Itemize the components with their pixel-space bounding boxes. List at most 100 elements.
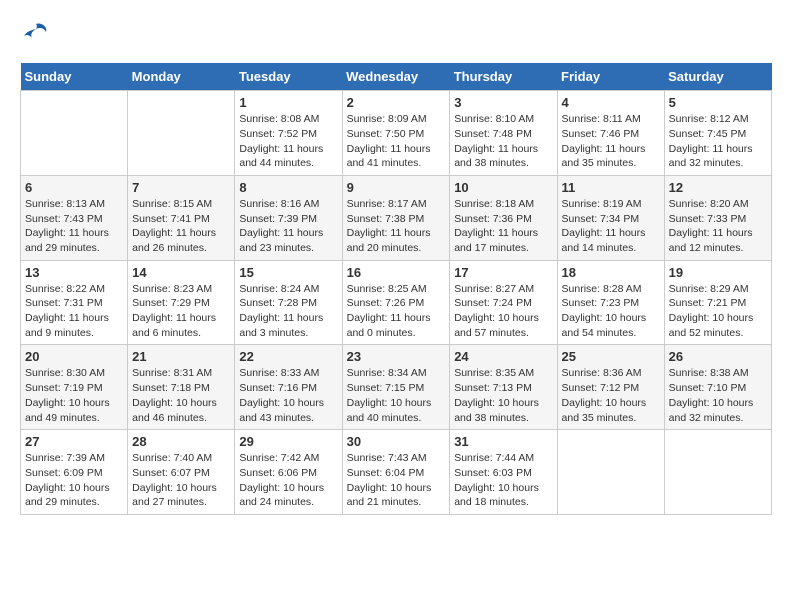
day-info: Sunrise: 8:38 AM Sunset: 7:10 PM Dayligh… xyxy=(669,366,767,425)
calendar-cell: 17 Sunrise: 8:27 AM Sunset: 7:24 PM Dayli… xyxy=(450,260,557,345)
day-info: Sunrise: 8:28 AM Sunset: 7:23 PM Dayligh… xyxy=(562,282,660,341)
calendar-cell: 22 Sunrise: 8:33 AM Sunset: 7:16 PM Dayli… xyxy=(235,345,342,430)
day-number: 19 xyxy=(669,265,767,280)
day-number: 18 xyxy=(562,265,660,280)
day-info: Sunrise: 8:24 AM Sunset: 7:28 PM Dayligh… xyxy=(239,282,337,341)
day-info: Sunrise: 8:22 AM Sunset: 7:31 PM Dayligh… xyxy=(25,282,123,341)
day-number: 12 xyxy=(669,180,767,195)
day-info: Sunrise: 8:10 AM Sunset: 7:48 PM Dayligh… xyxy=(454,112,552,171)
calendar-cell: 10 Sunrise: 8:18 AM Sunset: 7:36 PM Dayli… xyxy=(450,175,557,260)
day-info: Sunrise: 8:30 AM Sunset: 7:19 PM Dayligh… xyxy=(25,366,123,425)
day-number: 21 xyxy=(132,349,230,364)
day-info: Sunrise: 8:13 AM Sunset: 7:43 PM Dayligh… xyxy=(25,197,123,256)
day-info: Sunrise: 8:15 AM Sunset: 7:41 PM Dayligh… xyxy=(132,197,230,256)
calendar-cell: 1Sunrise: 8:08 AM Sunset: 7:52 PM Daylig… xyxy=(235,91,342,176)
day-info: Sunrise: 8:17 AM Sunset: 7:38 PM Dayligh… xyxy=(347,197,446,256)
calendar-cell: 13Sunrise: 8:22 AM Sunset: 7:31 PM Dayli… xyxy=(21,260,128,345)
calendar-cell: 26 Sunrise: 8:38 AM Sunset: 7:10 PM Dayli… xyxy=(664,345,771,430)
calendar-cell: 7 Sunrise: 8:15 AM Sunset: 7:41 PM Daylig… xyxy=(128,175,235,260)
day-info: Sunrise: 7:44 AM Sunset: 6:03 PM Dayligh… xyxy=(454,451,552,510)
calendar-cell: 9 Sunrise: 8:17 AM Sunset: 7:38 PM Daylig… xyxy=(342,175,450,260)
calendar-cell: 23Sunrise: 8:34 AM Sunset: 7:15 PM Dayli… xyxy=(342,345,450,430)
calendar-cell: 25Sunrise: 8:36 AM Sunset: 7:12 PM Dayli… xyxy=(557,345,664,430)
calendar-cell: 11 Sunrise: 8:19 AM Sunset: 7:34 PM Dayli… xyxy=(557,175,664,260)
day-number: 29 xyxy=(239,434,337,449)
logo xyxy=(20,20,50,53)
day-number: 30 xyxy=(347,434,446,449)
calendar-cell: 18 Sunrise: 8:28 AM Sunset: 7:23 PM Dayli… xyxy=(557,260,664,345)
day-number: 26 xyxy=(669,349,767,364)
calendar-cell: 14 Sunrise: 8:23 AM Sunset: 7:29 PM Dayli… xyxy=(128,260,235,345)
day-number: 8 xyxy=(239,180,337,195)
day-info: Sunrise: 8:29 AM Sunset: 7:21 PM Dayligh… xyxy=(669,282,767,341)
day-number: 15 xyxy=(239,265,337,280)
day-number: 28 xyxy=(132,434,230,449)
day-info: Sunrise: 8:33 AM Sunset: 7:16 PM Dayligh… xyxy=(239,366,337,425)
day-info: Sunrise: 8:31 AM Sunset: 7:18 PM Dayligh… xyxy=(132,366,230,425)
day-info: Sunrise: 8:16 AM Sunset: 7:39 PM Dayligh… xyxy=(239,197,337,256)
day-number: 4 xyxy=(562,95,660,110)
day-info: Sunrise: 7:43 AM Sunset: 6:04 PM Dayligh… xyxy=(347,451,446,510)
page-header xyxy=(20,20,772,53)
day-number: 31 xyxy=(454,434,552,449)
calendar-cell: 8 Sunrise: 8:16 AM Sunset: 7:39 PM Daylig… xyxy=(235,175,342,260)
day-number: 5 xyxy=(669,95,767,110)
calendar-week-row: 1Sunrise: 8:08 AM Sunset: 7:52 PM Daylig… xyxy=(21,91,772,176)
header-tuesday: Tuesday xyxy=(235,63,342,91)
header-sunday: Sunday xyxy=(21,63,128,91)
day-number: 24 xyxy=(454,349,552,364)
calendar-cell: 21 Sunrise: 8:31 AM Sunset: 7:18 PM Dayli… xyxy=(128,345,235,430)
day-number: 7 xyxy=(132,180,230,195)
day-info: Sunrise: 7:42 AM Sunset: 6:06 PM Dayligh… xyxy=(239,451,337,510)
day-info: Sunrise: 8:18 AM Sunset: 7:36 PM Dayligh… xyxy=(454,197,552,256)
calendar-week-row: 13Sunrise: 8:22 AM Sunset: 7:31 PM Dayli… xyxy=(21,260,772,345)
day-info: Sunrise: 8:27 AM Sunset: 7:24 PM Dayligh… xyxy=(454,282,552,341)
day-info: Sunrise: 8:34 AM Sunset: 7:15 PM Dayligh… xyxy=(347,366,446,425)
day-info: Sunrise: 8:12 AM Sunset: 7:45 PM Dayligh… xyxy=(669,112,767,171)
calendar-cell: 27 Sunrise: 7:39 AM Sunset: 6:09 PM Dayli… xyxy=(21,430,128,515)
day-number: 14 xyxy=(132,265,230,280)
day-number: 11 xyxy=(562,180,660,195)
day-info: Sunrise: 8:19 AM Sunset: 7:34 PM Dayligh… xyxy=(562,197,660,256)
calendar-week-row: 6Sunrise: 8:13 AM Sunset: 7:43 PM Daylig… xyxy=(21,175,772,260)
calendar-cell: 24Sunrise: 8:35 AM Sunset: 7:13 PM Dayli… xyxy=(450,345,557,430)
day-info: Sunrise: 8:11 AM Sunset: 7:46 PM Dayligh… xyxy=(562,112,660,171)
day-number: 25 xyxy=(562,349,660,364)
header-wednesday: Wednesday xyxy=(342,63,450,91)
calendar-table: SundayMondayTuesdayWednesdayThursdayFrid… xyxy=(20,63,772,515)
calendar-cell: 15 Sunrise: 8:24 AM Sunset: 7:28 PM Dayli… xyxy=(235,260,342,345)
calendar-cell: 16Sunrise: 8:25 AM Sunset: 7:26 PM Dayli… xyxy=(342,260,450,345)
calendar-cell: 2 Sunrise: 8:09 AM Sunset: 7:50 PM Daylig… xyxy=(342,91,450,176)
day-info: Sunrise: 8:09 AM Sunset: 7:50 PM Dayligh… xyxy=(347,112,446,171)
header-saturday: Saturday xyxy=(664,63,771,91)
header-friday: Friday xyxy=(557,63,664,91)
calendar-cell: 31 Sunrise: 7:44 AM Sunset: 6:03 PM Dayli… xyxy=(450,430,557,515)
calendar-cell: 3 Sunrise: 8:10 AM Sunset: 7:48 PM Daylig… xyxy=(450,91,557,176)
day-number: 3 xyxy=(454,95,552,110)
day-info: Sunrise: 7:39 AM Sunset: 6:09 PM Dayligh… xyxy=(25,451,123,510)
day-info: Sunrise: 8:25 AM Sunset: 7:26 PM Dayligh… xyxy=(347,282,446,341)
day-number: 27 xyxy=(25,434,123,449)
calendar-cell: 29 Sunrise: 7:42 AM Sunset: 6:06 PM Dayli… xyxy=(235,430,342,515)
day-number: 17 xyxy=(454,265,552,280)
logo-bird-icon xyxy=(22,20,50,48)
calendar-cell xyxy=(664,430,771,515)
day-info: Sunrise: 8:23 AM Sunset: 7:29 PM Dayligh… xyxy=(132,282,230,341)
calendar-week-row: 20 Sunrise: 8:30 AM Sunset: 7:19 PM Dayli… xyxy=(21,345,772,430)
day-info: Sunrise: 7:40 AM Sunset: 6:07 PM Dayligh… xyxy=(132,451,230,510)
calendar-cell: 20 Sunrise: 8:30 AM Sunset: 7:19 PM Dayli… xyxy=(21,345,128,430)
calendar-cell: 30 Sunrise: 7:43 AM Sunset: 6:04 PM Dayli… xyxy=(342,430,450,515)
day-number: 22 xyxy=(239,349,337,364)
day-number: 9 xyxy=(347,180,446,195)
day-number: 2 xyxy=(347,95,446,110)
calendar-header-row: SundayMondayTuesdayWednesdayThursdayFrid… xyxy=(21,63,772,91)
header-thursday: Thursday xyxy=(450,63,557,91)
calendar-cell: 19 Sunrise: 8:29 AM Sunset: 7:21 PM Dayli… xyxy=(664,260,771,345)
header-monday: Monday xyxy=(128,63,235,91)
calendar-cell: 5 Sunrise: 8:12 AM Sunset: 7:45 PM Daylig… xyxy=(664,91,771,176)
day-info: Sunrise: 8:08 AM Sunset: 7:52 PM Dayligh… xyxy=(239,112,337,171)
day-info: Sunrise: 8:20 AM Sunset: 7:33 PM Dayligh… xyxy=(669,197,767,256)
day-number: 10 xyxy=(454,180,552,195)
calendar-cell xyxy=(21,91,128,176)
day-number: 20 xyxy=(25,349,123,364)
